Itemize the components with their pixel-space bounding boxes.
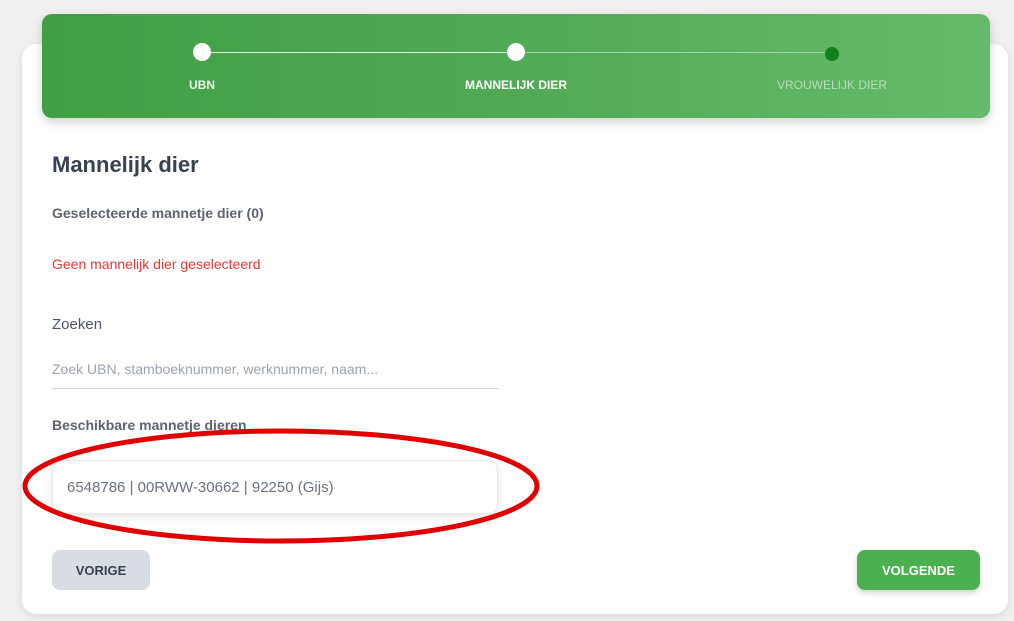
no-selection-message: Geen mannelijk dier geselecteerd [52, 256, 261, 272]
step-connector [516, 52, 832, 53]
step-2-indicator[interactable] [507, 43, 525, 61]
search-input[interactable] [52, 350, 498, 389]
available-animal-option[interactable]: 6548786 | 00RWW-30662 | 92250 (Gijs) [52, 460, 498, 514]
selected-animals-label: Geselecteerde mannetje dier (0) [52, 205, 264, 221]
step-1-indicator[interactable] [193, 43, 211, 61]
available-animals-label: Beschikbare mannetje dieren [52, 417, 247, 433]
step-1-label: UBN [189, 78, 215, 92]
form-card [22, 44, 1008, 614]
search-label: Zoeken [52, 316, 103, 333]
next-button[interactable]: VOLGENDE [857, 550, 980, 590]
wizard-stepper: UBN MANNELIJK DIER VROUWELIJK DIER [42, 14, 990, 118]
step-2-label: MANNELIJK DIER [464, 78, 568, 92]
step-connector [202, 52, 516, 53]
page-title: Mannelijk dier [52, 152, 199, 177]
step-3-indicator[interactable] [825, 47, 839, 61]
step-3-label: VROUWELIJK DIER [776, 78, 888, 92]
previous-button[interactable]: VORIGE [52, 550, 150, 590]
